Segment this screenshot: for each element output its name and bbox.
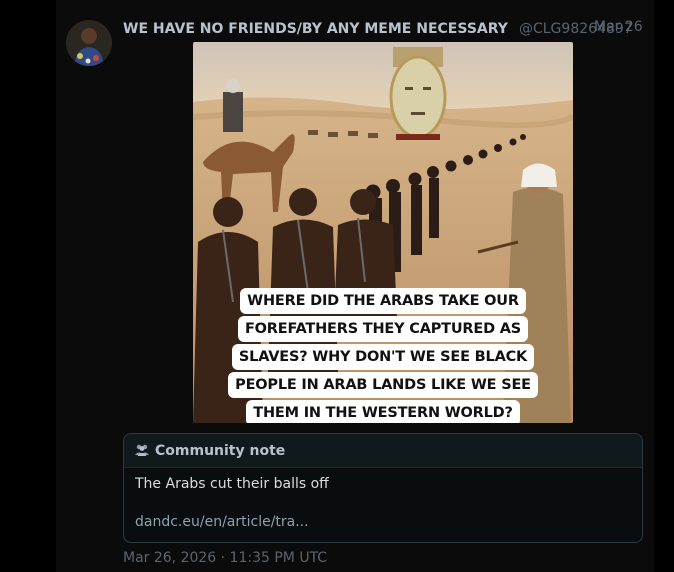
avatar[interactable] bbox=[66, 20, 112, 66]
post-header: WE HAVE NO FRIENDS/BY ANY MEME NECESSARY… bbox=[123, 18, 653, 38]
post-timestamp[interactable]: Mar 26, 2026 · 11:35 PM UTC bbox=[123, 550, 327, 566]
community-note-title: Community note bbox=[155, 442, 286, 459]
community-note-link[interactable]: dandc.eu/en/article/tra... bbox=[135, 514, 309, 530]
people-icon bbox=[135, 441, 149, 460]
caption-line: SLAVES? WHY DON'T WE SEE BLACK bbox=[231, 344, 535, 370]
post-date[interactable]: Mar 26 bbox=[594, 19, 643, 35]
post-image[interactable]: WHERE DID THE ARABS TAKE OUR FOREFATHERS… bbox=[193, 42, 573, 423]
community-note-text: The Arabs cut their balls off bbox=[135, 476, 329, 492]
caption-line: THEM IN THE WESTERN WORLD? bbox=[246, 400, 520, 423]
community-note-header: Community note bbox=[124, 434, 642, 468]
image-caption: WHERE DID THE ARABS TAKE OUR FOREFATHERS… bbox=[193, 288, 573, 423]
avatar-image bbox=[66, 20, 112, 66]
community-note: Community note The Arabs cut their balls… bbox=[123, 433, 643, 543]
author-name[interactable]: WE HAVE NO FRIENDS/BY ANY MEME NECESSARY bbox=[123, 21, 508, 37]
caption-line: FOREFATHERS THEY CAPTURED AS bbox=[237, 316, 529, 342]
caption-line: WHERE DID THE ARABS TAKE OUR bbox=[240, 288, 526, 314]
caption-line: PEOPLE IN ARAB LANDS LIKE WE SEE bbox=[228, 372, 538, 398]
